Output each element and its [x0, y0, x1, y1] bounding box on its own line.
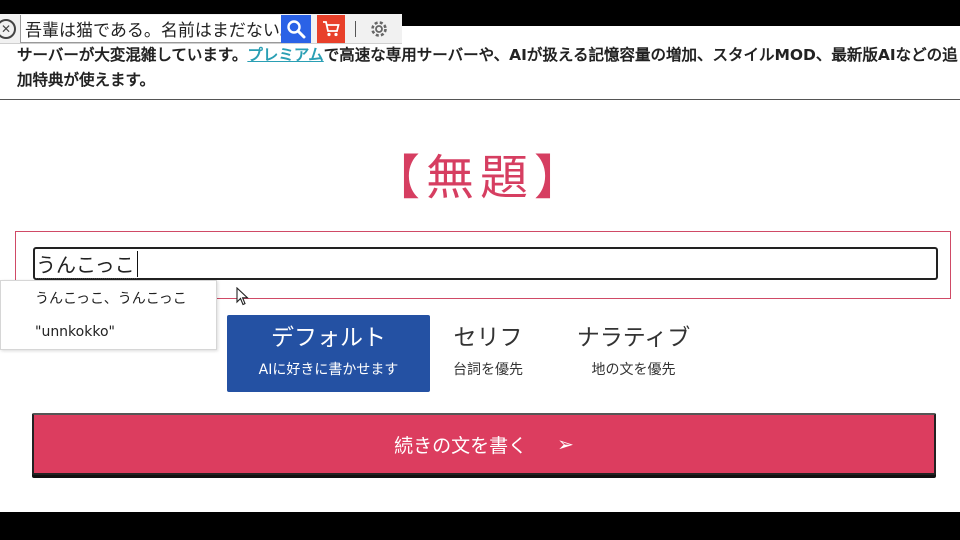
settings-button[interactable] — [366, 16, 392, 42]
close-icon[interactable]: ✕ — [0, 18, 16, 39]
send-arrow-icon: ➢ — [557, 432, 574, 456]
toolbar-separator — [355, 20, 356, 37]
notice-text-before: サーバーが大変混雑しています。 — [17, 46, 248, 64]
mode-default-title: デフォルト — [271, 325, 386, 351]
mode-narrative-title: ナラティブ — [576, 325, 691, 351]
server-notice: サーバーが大変混雑しています。プレミアムで高速な専用サーバーや、AIが扱える記憶… — [0, 43, 960, 100]
mode-serif-button[interactable]: セリフ 台詞を優先 — [430, 315, 546, 392]
search-icon — [287, 19, 306, 38]
composing-text: うんこっこ — [36, 249, 137, 279]
page-title: 【無題】 — [371, 150, 588, 206]
mode-narrative-button[interactable]: ナラティブ 地の文を優先 — [546, 315, 721, 392]
search-button[interactable] — [281, 14, 311, 43]
search-toolbar: ✕ 吾輩は猫である。名前はまだない。 — [0, 14, 402, 44]
text-caret — [136, 250, 139, 277]
mode-serif-title: セリフ — [453, 325, 523, 351]
ime-candidate-list: うんこっこ、うんこっこ "unnkokko" — [0, 280, 217, 350]
cart-button[interactable] — [317, 14, 345, 43]
mode-serif-subtitle: 台詞を優先 — [453, 362, 523, 378]
gear-icon — [371, 20, 387, 37]
toolbar-search-input[interactable]: 吾輩は猫である。名前はまだない。 — [20, 14, 282, 43]
mode-narrative-subtitle: 地の文を優先 — [591, 362, 676, 378]
mouse-pointer-icon — [236, 287, 249, 306]
ime-candidate[interactable]: うんこっこ、うんこっこ — [1, 281, 216, 315]
app-screen: サーバーが大変混雑しています。プレミアムで高速な専用サーバーや、AIが扱える記憶… — [0, 26, 960, 512]
story-input[interactable]: うんこっこ — [33, 247, 938, 280]
mode-default-button[interactable]: デフォルト AIに好きに書かせます — [227, 315, 430, 392]
mode-default-subtitle: AIに好きに書かせます — [258, 362, 399, 378]
premium-link[interactable]: プレミアム — [247, 46, 323, 64]
mode-selector: デフォルト AIに好きに書かせます セリフ 台詞を優先 ナラティブ 地の文を優先 — [227, 315, 721, 393]
cart-icon — [323, 20, 340, 36]
write-continuation-button[interactable]: 続きの文を書く ➢ — [32, 413, 936, 475]
write-button-label: 続きの文を書く — [394, 434, 528, 457]
ime-candidate[interactable]: "unnkokko" — [1, 315, 216, 349]
